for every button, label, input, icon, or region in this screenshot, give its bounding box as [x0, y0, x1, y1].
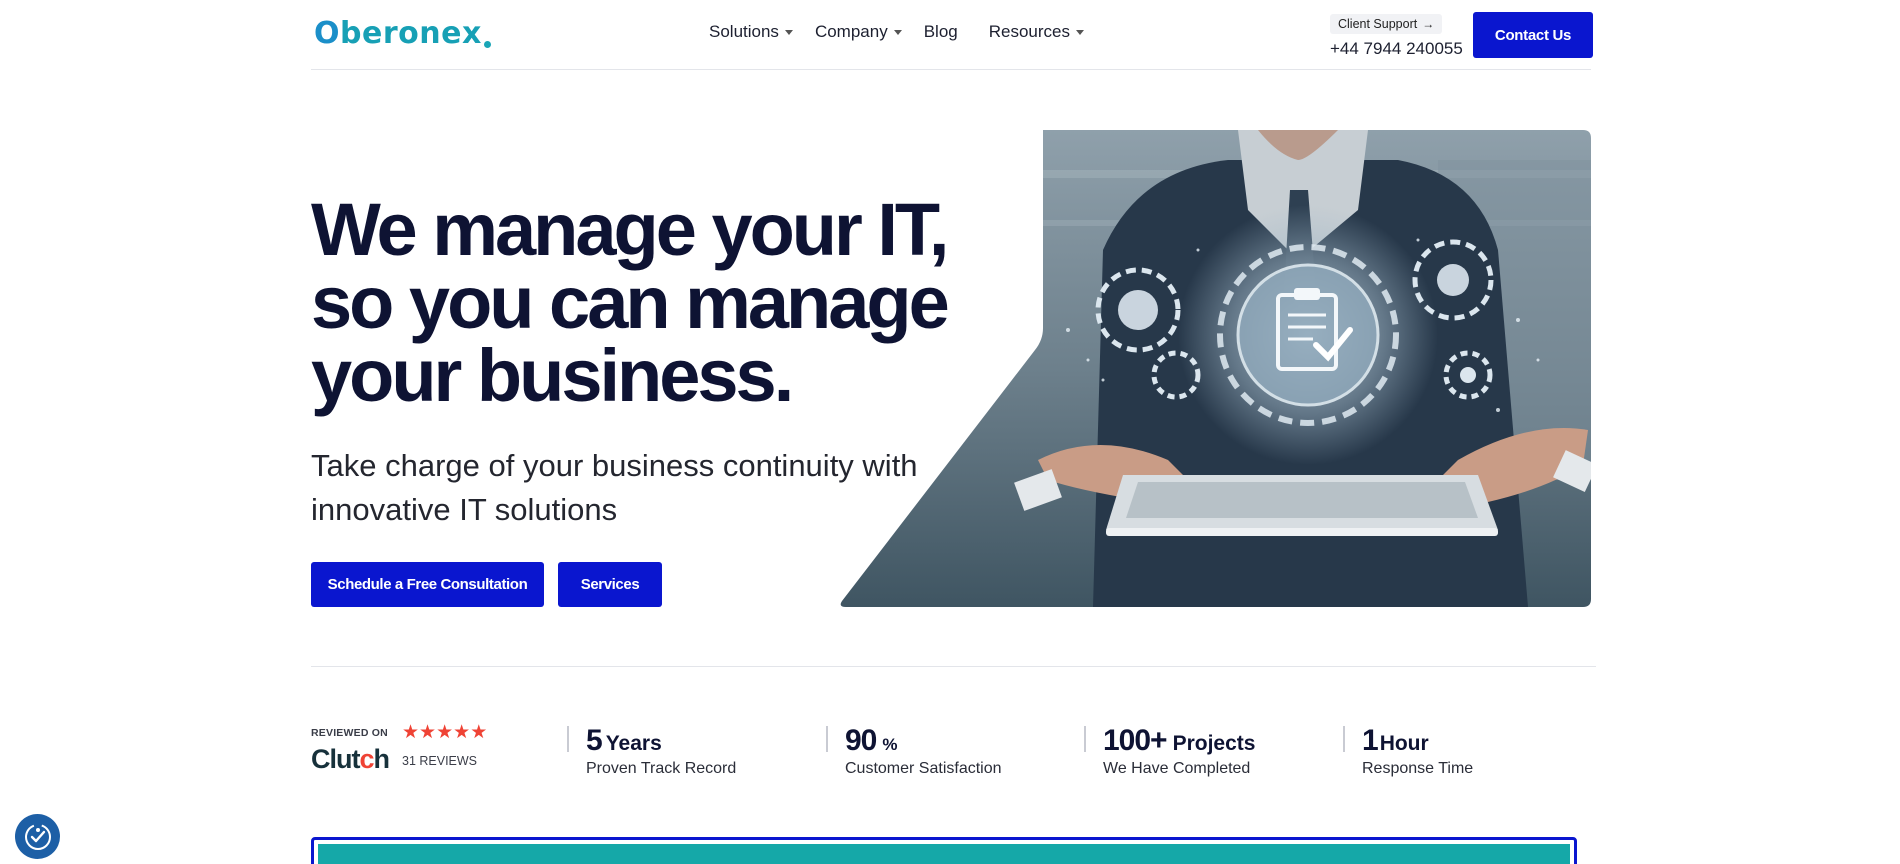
client-support-label: Client Support	[1338, 17, 1418, 31]
clutch-reviewed-on: REVIEWED ON	[311, 727, 388, 739]
star-icon: ★	[436, 722, 454, 743]
logo[interactable]: Oberonex	[314, 14, 491, 54]
accessibility-icon	[24, 823, 51, 850]
site-header: Oberonex Solutions Company Blog Resource…	[311, 0, 1593, 70]
support-block: Client Support → +44 7944 240055	[1330, 14, 1463, 59]
contact-us-button[interactable]: Contact Us	[1473, 12, 1593, 58]
stat-value: 90%	[845, 724, 898, 757]
stat-value: 1Hour	[1362, 724, 1429, 757]
stat-label: Response Time	[1362, 760, 1474, 777]
chevron-down-icon	[1076, 29, 1084, 35]
star-icon: ★	[470, 722, 488, 743]
stat-divider	[567, 726, 569, 752]
stat-label: Customer Satisfaction	[845, 760, 1002, 777]
nav-item-solutions[interactable]: Solutions	[709, 22, 793, 42]
rating-stars: ★ ★ ★ ★ ★	[402, 723, 487, 742]
schedule-consultation-button[interactable]: Schedule a Free Consultation	[311, 562, 544, 607]
stat-value: 100+ Projects	[1103, 724, 1256, 757]
client-support-link[interactable]: Client Support →	[1330, 14, 1443, 34]
star-icon: ★	[453, 722, 471, 743]
promo-banner-fill	[318, 844, 1570, 864]
stat-divider	[1084, 726, 1086, 752]
nav-label: Blog	[923, 22, 958, 41]
star-icon: ★	[419, 722, 437, 743]
accessibility-button[interactable]	[15, 814, 60, 859]
star-icon: ★	[402, 722, 420, 743]
promo-banner	[311, 837, 1577, 864]
services-button[interactable]: Services	[558, 562, 662, 607]
logo-dot	[483, 41, 491, 48]
logo-text: Oberonex	[314, 16, 482, 51]
phone-number[interactable]: +44 7944 240055	[1330, 39, 1463, 59]
main-nav: Solutions Company Blog Resources	[709, 22, 1106, 42]
nav-label: Resources	[988, 22, 1070, 41]
nav-item-blog[interactable]: Blog	[924, 22, 958, 42]
nav-item-resources[interactable]: Resources	[989, 22, 1084, 42]
stat-label: Proven Track Record	[586, 760, 737, 777]
hero-image	[840, 130, 1591, 607]
clutch-logo: Clutch	[311, 744, 390, 774]
nav-label: Solutions	[709, 22, 779, 41]
chevron-down-icon	[893, 29, 902, 35]
arrow-right-icon: →	[1422, 17, 1435, 31]
nav-label: Company	[814, 22, 888, 41]
stat-value: 5 Years	[586, 724, 662, 757]
clutch-review-count: 31 REVIEWS	[402, 754, 478, 768]
section-divider	[311, 666, 1596, 667]
nav-item-company[interactable]: Company	[815, 22, 902, 42]
stat-divider	[1343, 726, 1345, 752]
stat-divider	[826, 726, 828, 752]
clutch-badge[interactable]: REVIEWED ON Clutch ★ ★ ★ ★ ★ 31 REVIEWS	[311, 723, 511, 775]
chevron-down-icon	[784, 29, 793, 35]
stat-label: We Have Completed	[1103, 760, 1251, 777]
